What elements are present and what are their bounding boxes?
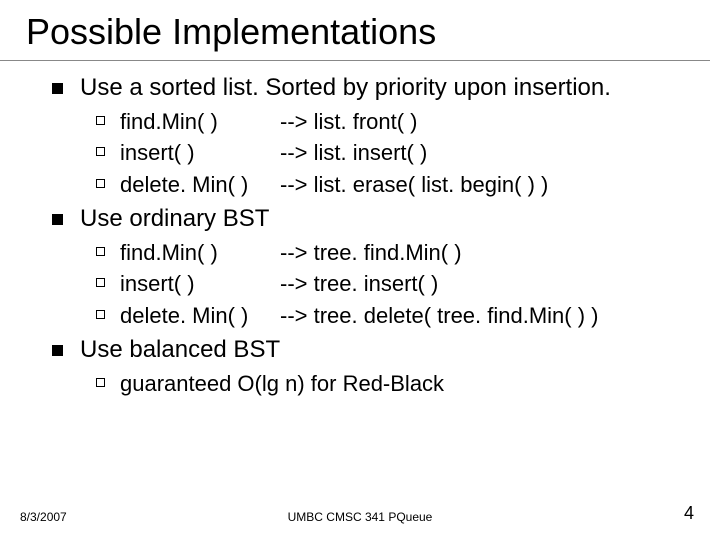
map-label: --> tree. insert( ) <box>280 269 438 299</box>
sub-ordinary-bst: find.Min( ) --> tree. find.Min( ) insert… <box>92 238 710 331</box>
bullet-ordinary-bst: Use ordinary BST <box>46 204 710 234</box>
slide-body: Use a sorted list. Sorted by priority up… <box>0 61 720 399</box>
op-label: delete. Min( ) <box>120 170 280 200</box>
slide: Possible Implementations Use a sorted li… <box>0 0 720 540</box>
footer-page-number: 4 <box>684 503 694 524</box>
map-label: --> list. front( ) <box>280 107 418 137</box>
op-label: find.Min( ) <box>120 238 280 268</box>
op-label: insert( ) <box>120 138 280 168</box>
list-item: delete. Min( ) --> tree. delete( tree. f… <box>92 301 710 331</box>
list-item: delete. Min( ) --> list. erase( list. be… <box>92 170 710 200</box>
op-label: insert( ) <box>120 269 280 299</box>
single-label: guaranteed O(lg n) for Red-Black <box>120 369 444 399</box>
bullet-balanced-bst: Use balanced BST <box>46 335 710 365</box>
list-item: find.Min( ) --> tree. find.Min( ) <box>92 238 710 268</box>
footer-center: UMBC CMSC 341 PQueue <box>0 510 720 524</box>
map-label: --> list. insert( ) <box>280 138 427 168</box>
op-label: delete. Min( ) <box>120 301 280 331</box>
title-wrap: Possible Implementations <box>0 0 710 61</box>
map-label: --> tree. delete( tree. find.Min( ) ) <box>280 301 599 331</box>
bullet-sorted-list: Use a sorted list. Sorted by priority up… <box>46 73 710 103</box>
list-item: insert( ) --> list. insert( ) <box>92 138 710 168</box>
list-item: guaranteed O(lg n) for Red-Black <box>92 369 710 399</box>
op-label: find.Min( ) <box>120 107 280 137</box>
slide-title: Possible Implementations <box>26 12 710 52</box>
list-item: insert( ) --> tree. insert( ) <box>92 269 710 299</box>
map-label: --> list. erase( list. begin( ) ) <box>280 170 548 200</box>
map-label: --> tree. find.Min( ) <box>280 238 462 268</box>
sub-balanced-bst: guaranteed O(lg n) for Red-Black <box>92 369 710 399</box>
list-item: find.Min( ) --> list. front( ) <box>92 107 710 137</box>
sub-sorted-list: find.Min( ) --> list. front( ) insert( )… <box>92 107 710 200</box>
